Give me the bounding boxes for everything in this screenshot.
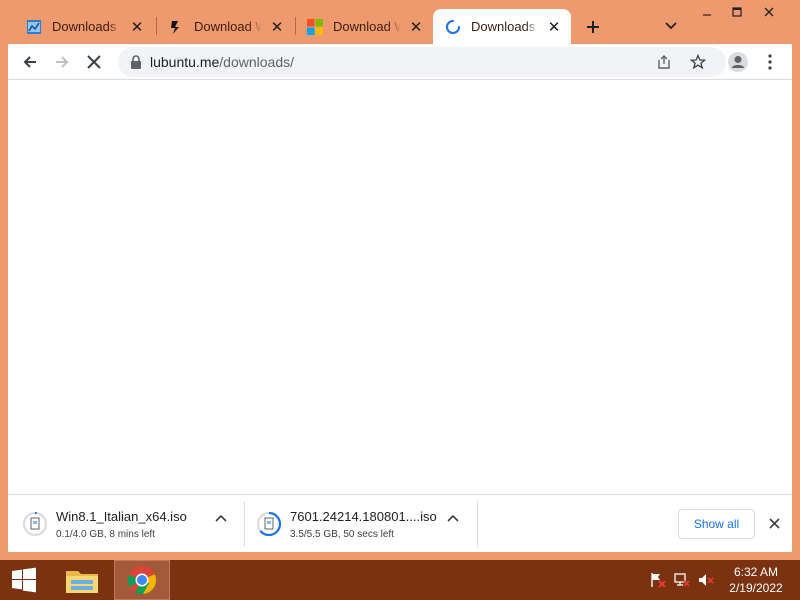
address-bar[interactable]: lubuntu.me/downloads/: [118, 47, 726, 77]
page-content[interactable]: [8, 80, 792, 494]
download-divider: [477, 501, 478, 547]
maximize-button[interactable]: [722, 0, 752, 24]
tab-close-icon[interactable]: ✕: [268, 18, 286, 36]
chrome-taskbar-button[interactable]: [114, 560, 170, 600]
tab-title: Downloads –: [471, 19, 539, 34]
url-host: lubuntu.me: [150, 54, 220, 70]
tab-close-icon[interactable]: ✕: [128, 18, 146, 36]
tab-downloads-active[interactable]: Downloads – ✕: [433, 9, 571, 44]
bookmark-star-icon[interactable]: [688, 52, 708, 72]
download-status: 3.5/5.5 GB, 50 secs left: [290, 528, 394, 540]
stop-button[interactable]: [80, 48, 108, 76]
volume-muted-icon[interactable]: [698, 572, 714, 588]
forward-button[interactable]: [48, 48, 76, 76]
new-tab-button[interactable]: [581, 15, 605, 39]
window-favicon-icon: [26, 19, 42, 35]
tab-title: Download Wi: [194, 19, 262, 34]
forward-arrow-icon: [56, 56, 69, 68]
folder-icon: [66, 571, 98, 593]
stop-icon: [87, 55, 101, 69]
url-text[interactable]: lubuntu.me/downloads/: [150, 54, 294, 70]
browser-toolbar: lubuntu.me/downloads/: [8, 44, 792, 80]
clock-time: 6:32 AM: [733, 565, 779, 579]
microsoft-favicon-icon: [307, 18, 323, 35]
download-progress-icon: [22, 511, 48, 537]
download-shelf: Win8.1_Italian_x64.iso 0.1/4.0 GB, 8 min…: [8, 494, 792, 552]
system-clock[interactable]: 6:32 AM 2/19/2022: [722, 564, 790, 596]
url-path: /downloads/: [219, 54, 294, 70]
download-filename: Win8.1_Italian_x64.iso: [56, 508, 187, 524]
avatar-icon: [728, 52, 748, 72]
back-button[interactable]: [16, 48, 44, 76]
tab-close-icon[interactable]: ✕: [407, 18, 425, 36]
tab-search-chevron-icon[interactable]: [660, 15, 682, 37]
show-all-button[interactable]: Show all: [678, 509, 755, 539]
chrome-icon: [127, 566, 157, 595]
tab-download-windows-1[interactable]: Download Wi ✕: [156, 9, 294, 44]
tab-downloads-1[interactable]: Downloads – ✕: [14, 9, 154, 44]
taskbar: 6:32 AM 2/19/2022: [0, 560, 800, 600]
download-options-chevron-icon[interactable]: [212, 509, 230, 527]
start-button[interactable]: [0, 560, 48, 600]
download-item[interactable]: Win8.1_Italian_x64.iso 0.1/4.0 GB, 8 min…: [22, 501, 244, 547]
lock-icon[interactable]: [128, 54, 144, 70]
network-icon[interactable]: [674, 572, 690, 588]
file-explorer-button[interactable]: [54, 560, 110, 600]
share-icon[interactable]: [654, 52, 674, 72]
minimize-button[interactable]: [692, 0, 722, 24]
back-arrow-icon: [23, 56, 36, 68]
download-filename: 7601.24214.180801....iso: [290, 508, 437, 524]
loading-spinner-icon: [445, 19, 461, 35]
action-center-flag-icon[interactable]: [650, 572, 666, 588]
close-window-button[interactable]: [754, 0, 784, 24]
download-options-chevron-icon[interactable]: [444, 509, 462, 527]
more-vert-icon: [768, 54, 772, 70]
tab-strip: Downloads – ✕ Download Wi ✕ Download Wi …: [0, 0, 800, 44]
profile-button[interactable]: [724, 48, 752, 76]
browser-window: Downloads – ✕ Download Wi ✕ Download Wi …: [0, 0, 800, 560]
menu-button[interactable]: [756, 48, 784, 76]
download-favicon-icon: [168, 19, 184, 35]
download-status: 0.1/4.0 GB, 8 mins left: [56, 528, 155, 540]
download-divider: [244, 501, 245, 547]
close-shelf-icon[interactable]: [765, 514, 783, 532]
windows-logo-icon: [12, 567, 36, 593]
tab-title: Downloads –: [52, 19, 122, 34]
download-progress-icon: [256, 511, 282, 537]
tab-close-icon[interactable]: ✕: [545, 18, 563, 36]
tab-download-windows-2[interactable]: Download Wi ✕: [295, 9, 433, 44]
clock-date: 2/19/2022: [729, 581, 783, 595]
tab-title: Download Wi: [333, 19, 401, 34]
